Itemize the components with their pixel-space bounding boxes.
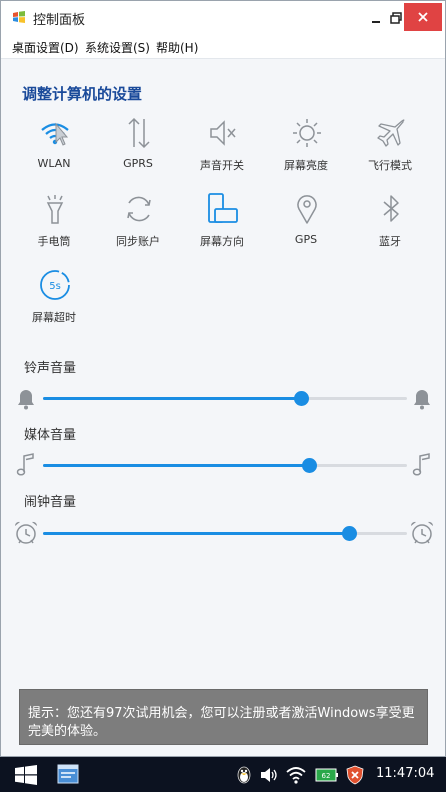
tile-label: 屏幕亮度 (284, 159, 328, 172)
bluetooth-icon (383, 195, 399, 222)
security-shield-icon[interactable] (345, 765, 365, 785)
trial-notice-toast: 提示：您还有97次试用机会，您可以注册或者激活Windows享受更完美的体验。 (19, 689, 428, 745)
sync-icon (127, 196, 151, 222)
tile-brightness[interactable]: 屏幕亮度 (267, 117, 345, 187)
music-note-icon (16, 453, 34, 476)
page-title: 调整计算机的设置 (22, 85, 143, 103)
qq-penguin-icon[interactable] (234, 765, 254, 785)
slider-thumb[interactable] (294, 391, 310, 406)
tile-label: GPS (294, 233, 318, 246)
alarm-volume-slider[interactable] (43, 526, 407, 541)
taskbar: 62 11:47:04 (0, 757, 446, 792)
tile-label: 同步账户 (116, 235, 160, 248)
tile-label: 屏幕超时 (32, 311, 76, 324)
tile-gprs[interactable]: GPRS (99, 117, 177, 187)
minimize-button[interactable] (365, 5, 387, 31)
alarm-clock-icon (410, 521, 434, 544)
taskbar-clock[interactable]: 11:47:04 (376, 766, 434, 781)
menu-help[interactable]: 帮助(H) (156, 39, 198, 56)
tile-sound-switch[interactable]: 声音开关 (183, 117, 261, 187)
slider-thumb[interactable] (301, 458, 317, 473)
tile-label: GPRS (123, 157, 153, 170)
wifi-tray-icon[interactable] (286, 765, 306, 785)
control-panel-taskbar-icon[interactable] (57, 764, 79, 784)
speaker-mute-icon (210, 120, 236, 146)
timer-5s-icon: 5s (40, 270, 70, 300)
ringtone-volume-slider[interactable] (43, 391, 407, 406)
tile-bluetooth[interactable]: 蓝牙 (351, 193, 429, 263)
control-panel-window: 控制面板 桌面设置(D) 系统设置(S) 帮助(H) 调整计算机的设置 WLAN… (0, 0, 446, 757)
bell-icon (18, 390, 34, 410)
tile-screen-orientation[interactable]: 屏幕方向 (183, 193, 261, 263)
menu-desktop-settings[interactable]: 桌面设置(D) (12, 39, 79, 56)
slider-fill (43, 397, 302, 400)
gprs-icon (128, 117, 150, 149)
media-volume-row (11, 450, 437, 480)
close-button[interactable] (404, 3, 442, 31)
tile-gps[interactable]: GPS (267, 193, 345, 263)
volume-tray-icon[interactable] (259, 765, 279, 785)
tile-label: 屏幕方向 (200, 235, 244, 248)
music-note-icon (412, 453, 430, 476)
restore-icon (390, 12, 402, 24)
ringtone-volume-row (11, 383, 437, 413)
media-volume-slider[interactable] (43, 458, 407, 473)
tile-label: 飞行模式 (368, 159, 412, 172)
location-pin-icon (297, 195, 317, 224)
slider-thumb[interactable] (341, 526, 357, 541)
menu-bar: 桌面设置(D) 系统设置(S) 帮助(H) (1, 35, 445, 59)
tile-label: 手电筒 (37, 235, 71, 248)
windows-flag-icon (13, 11, 25, 23)
alarm-clock-icon (14, 521, 38, 544)
windows-start-icon[interactable] (15, 765, 37, 785)
ringtone-volume-label: 铃声音量 (24, 361, 77, 376)
tile-label: WLAN (37, 157, 71, 170)
tile-wlan[interactable]: WLAN (15, 117, 93, 187)
battery-tray-icon[interactable]: 62 (315, 765, 339, 785)
wlan-icon (41, 122, 69, 146)
alarm-volume-label: 闹钟音量 (24, 495, 77, 510)
airplane-icon (377, 119, 405, 147)
brightness-icon (293, 119, 321, 147)
title-bar: 控制面板 (1, 1, 445, 35)
timer-badge: 5s (49, 281, 61, 292)
slider-fill (43, 464, 309, 467)
menu-system-settings[interactable]: 系统设置(S) (85, 39, 150, 56)
tile-flashlight[interactable]: 手电筒 (15, 193, 93, 263)
window-title: 控制面板 (33, 13, 86, 28)
battery-level-text: 62 (322, 772, 331, 780)
tile-sync-account[interactable]: 同步账户 (99, 193, 177, 263)
tile-label: 蓝牙 (379, 235, 401, 248)
tile-label: 声音开关 (200, 159, 244, 172)
screen-orientation-icon (208, 193, 238, 223)
close-icon (418, 12, 428, 22)
slider-fill (43, 532, 349, 535)
minimize-icon (372, 21, 380, 23)
tile-screen-timeout[interactable]: 5s 屏幕超时 (15, 269, 93, 339)
tile-airplane-mode[interactable]: 飞行模式 (351, 117, 429, 187)
alarm-volume-row (11, 518, 437, 548)
media-volume-label: 媒体音量 (24, 428, 77, 443)
flashlight-icon (46, 195, 64, 224)
bell-icon (414, 390, 430, 410)
